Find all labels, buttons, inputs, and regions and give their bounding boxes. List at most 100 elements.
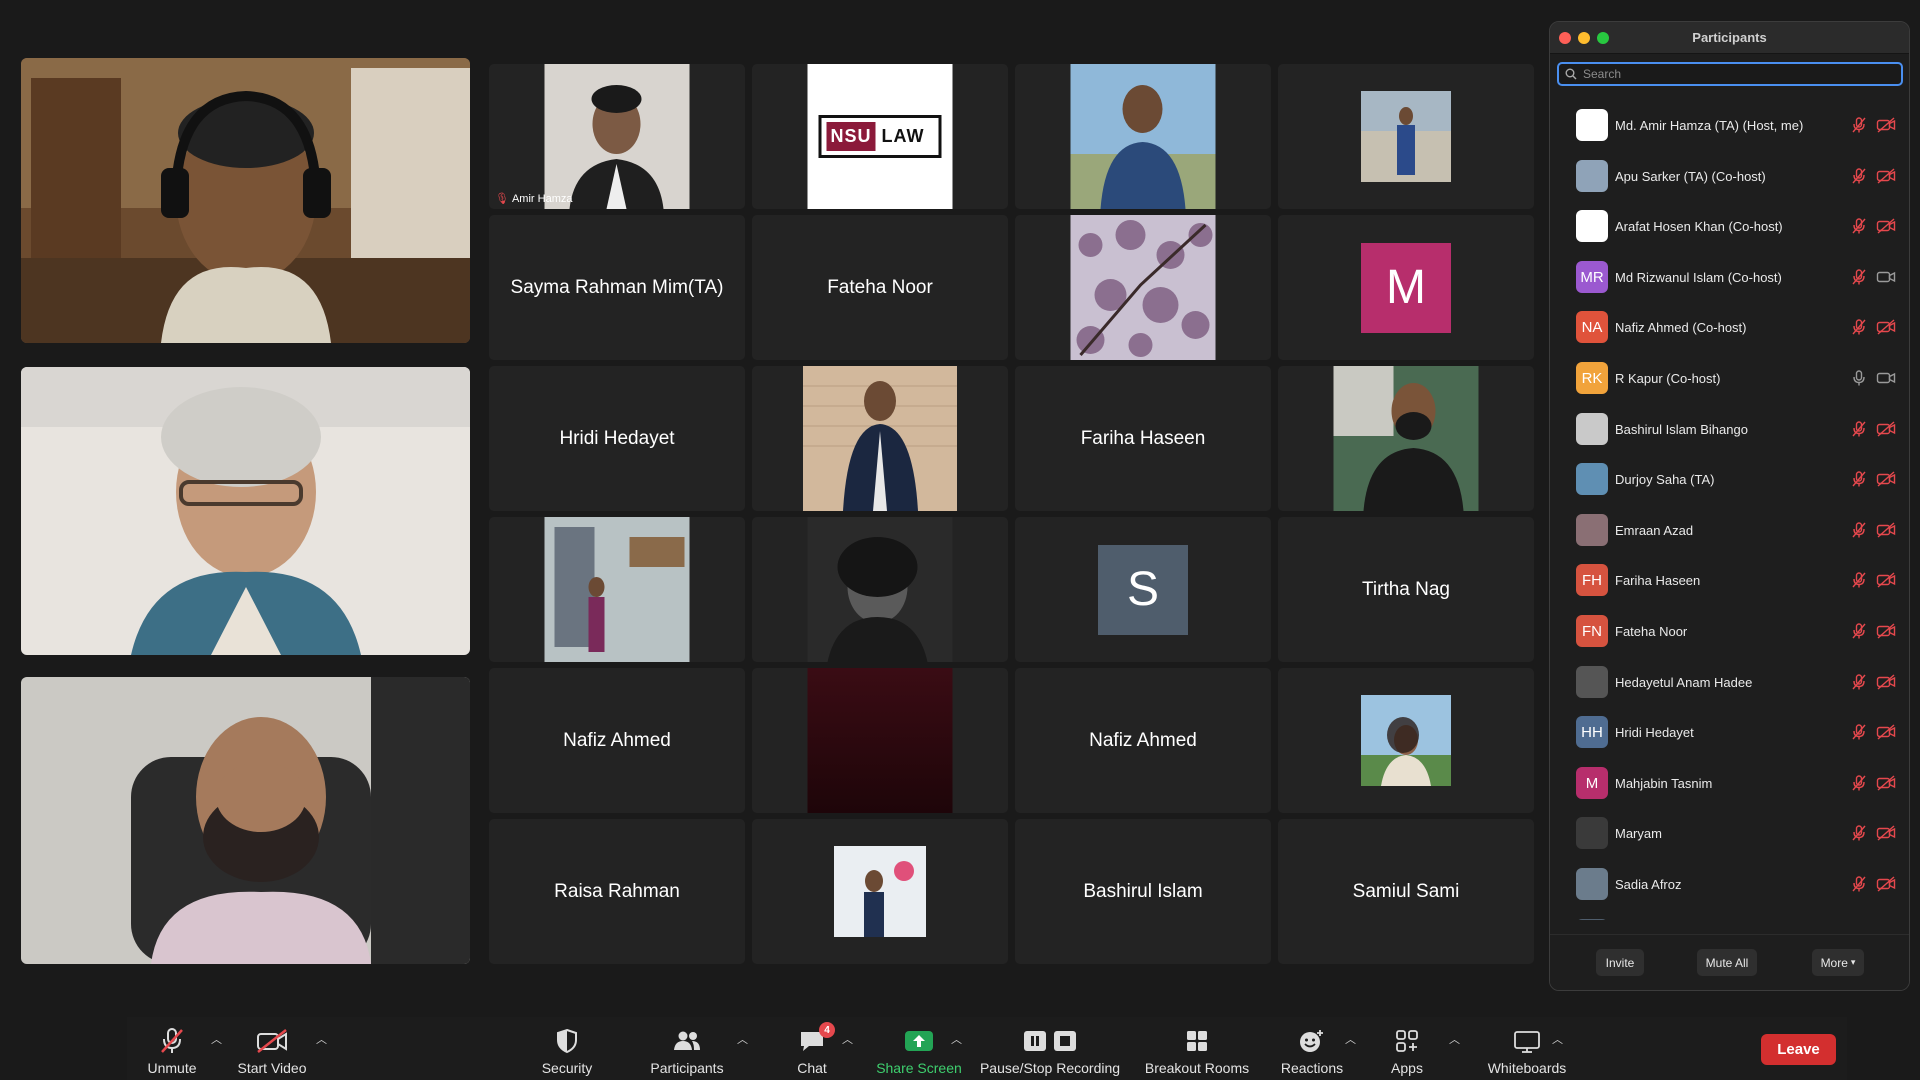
participant-row[interactable]: FH Fariha Haseen: [1550, 555, 1909, 605]
video-off-icon[interactable]: [1876, 420, 1896, 438]
video-tile-bashirul-islam[interactable]: Bashirul Islam: [1015, 819, 1271, 964]
video-tile-hridi-hedayet[interactable]: Hridi Hedayet: [489, 366, 745, 511]
video-off-icon[interactable]: [1876, 622, 1896, 640]
audio-options-caret[interactable]: ︿: [211, 1031, 222, 1047]
close-window-button[interactable]: [1559, 32, 1571, 44]
muted-mic-icon[interactable]: [1850, 824, 1868, 842]
muted-mic-icon[interactable]: [1850, 571, 1868, 589]
video-icon[interactable]: [1876, 268, 1896, 286]
participant-row[interactable]: Md. Amir Hamza (TA) (Host, me): [1550, 100, 1909, 150]
video-tile-photo-5[interactable]: [752, 517, 1008, 662]
video-icon[interactable]: [1876, 369, 1896, 387]
reactions-options-caret[interactable]: ︿: [1345, 1031, 1356, 1047]
search-input[interactable]: [1583, 67, 1883, 81]
muted-mic-icon[interactable]: [1850, 774, 1868, 792]
video-tile-dark-red[interactable]: [752, 668, 1008, 813]
video-tile-photo-1[interactable]: [1015, 64, 1271, 209]
participant-row[interactable]: Sadia Afroz: [1550, 859, 1909, 909]
participant-row[interactable]: MR Md Rizwanul Islam (Co-host): [1550, 252, 1909, 302]
video-tile-fariha-haseen[interactable]: Fariha Haseen: [1015, 366, 1271, 511]
participants-options-caret[interactable]: ︿: [737, 1031, 748, 1047]
video-tile-fateha-noor[interactable]: Fateha Noor: [752, 215, 1008, 360]
unmute-button[interactable]: Unmute: [127, 1017, 217, 1080]
participant-row[interactable]: Emraan Azad: [1550, 505, 1909, 555]
participant-row[interactable]: Maryam: [1550, 808, 1909, 858]
video-off-icon[interactable]: [1876, 824, 1896, 842]
breakout-rooms-button[interactable]: Breakout Rooms: [1137, 1017, 1257, 1080]
video-off-icon[interactable]: [1876, 571, 1896, 589]
video-off-icon[interactable]: [1876, 318, 1896, 336]
video-off-icon[interactable]: [1876, 217, 1896, 235]
participant-row[interactable]: Hedayetul Anam Hadee: [1550, 657, 1909, 707]
video-tile-amir-hamza[interactable]: 🎙 Amir Hamza: [489, 64, 745, 209]
video-off-icon[interactable]: [1876, 673, 1896, 691]
chat-button[interactable]: 4 Chat: [777, 1017, 847, 1080]
video-tile-photo-4[interactable]: [1278, 366, 1534, 511]
muted-mic-icon[interactable]: [1850, 420, 1868, 438]
share-screen-button[interactable]: Share Screen: [864, 1017, 974, 1080]
speaker-video-1[interactable]: [21, 58, 470, 343]
participant-row[interactable]: FN Fateha Noor: [1550, 606, 1909, 656]
start-video-button[interactable]: Start Video: [222, 1017, 322, 1080]
apps-options-caret[interactable]: ︿: [1449, 1031, 1460, 1047]
video-tile-initial-s[interactable]: S: [1015, 517, 1271, 662]
video-tile-cherry-blossom[interactable]: [1015, 215, 1271, 360]
participant-row[interactable]: NA Nafiz Ahmed (Co-host): [1550, 302, 1909, 352]
muted-mic-icon[interactable]: [1850, 217, 1868, 235]
participant-list[interactable]: Md. Amir Hamza (TA) (Host, me) Apu Sarker…: [1550, 100, 1909, 920]
video-off-icon[interactable]: [1876, 774, 1896, 792]
maximize-window-button[interactable]: [1597, 32, 1609, 44]
muted-mic-icon[interactable]: [1850, 673, 1868, 691]
video-tile-photo-7[interactable]: [752, 819, 1008, 964]
muted-mic-icon[interactable]: [1850, 167, 1868, 185]
muted-mic-icon[interactable]: [1850, 521, 1868, 539]
video-tile-moot-court[interactable]: [489, 517, 745, 662]
video-off-icon[interactable]: [1876, 521, 1896, 539]
muted-mic-icon[interactable]: [1850, 116, 1868, 134]
mic-icon[interactable]: [1850, 369, 1868, 387]
security-button[interactable]: Security: [527, 1017, 607, 1080]
video-tile-photo-2[interactable]: [1278, 64, 1534, 209]
chat-options-caret[interactable]: ︿: [842, 1031, 853, 1047]
video-tile-raisa-rahman[interactable]: Raisa Rahman: [489, 819, 745, 964]
video-tile-nafiz-ahmed-1[interactable]: Nafiz Ahmed: [489, 668, 745, 813]
participant-row[interactable]: Durjoy Saha (TA): [1550, 454, 1909, 504]
muted-mic-icon[interactable]: [1850, 470, 1868, 488]
participant-row[interactable]: SSamia Monjur 2325134654: [1550, 910, 1909, 920]
video-tile-initial-m[interactable]: M: [1278, 215, 1534, 360]
participant-row[interactable]: Apu Sarker (TA) (Co-host): [1550, 151, 1909, 201]
video-off-icon[interactable]: [1876, 167, 1896, 185]
invite-button[interactable]: Invite: [1596, 949, 1644, 976]
video-off-icon[interactable]: [1876, 470, 1896, 488]
video-tile-tirtha-nag[interactable]: Tirtha Nag: [1278, 517, 1534, 662]
whiteboards-button[interactable]: Whiteboards: [1467, 1017, 1587, 1080]
video-tile-nsu-law[interactable]: NSU LAW: [752, 64, 1008, 209]
participant-row[interactable]: Bashirul Islam Bihango: [1550, 404, 1909, 454]
video-tile-samiul-sami[interactable]: Samiul Sami: [1278, 819, 1534, 964]
video-tile-photo-6[interactable]: [1278, 668, 1534, 813]
whiteboards-options-caret[interactable]: ︿: [1552, 1031, 1563, 1047]
participant-row[interactable]: M Mahjabin Tasnim: [1550, 758, 1909, 808]
muted-mic-icon[interactable]: [1850, 622, 1868, 640]
mute-all-button[interactable]: Mute All: [1697, 949, 1757, 976]
muted-mic-icon[interactable]: [1850, 875, 1868, 893]
participant-search[interactable]: [1557, 62, 1903, 86]
participant-row[interactable]: Arafat Hosen Khan (Co-host): [1550, 201, 1909, 251]
participant-row[interactable]: RK R Kapur (Co-host): [1550, 353, 1909, 403]
reactions-button[interactable]: Reactions: [1267, 1017, 1357, 1080]
participants-button[interactable]: Participants: [632, 1017, 742, 1080]
video-tile-nafiz-ahmed-2[interactable]: Nafiz Ahmed: [1015, 668, 1271, 813]
video-tile-photo-3[interactable]: [752, 366, 1008, 511]
muted-mic-icon[interactable]: [1850, 318, 1868, 336]
muted-mic-icon[interactable]: [1850, 723, 1868, 741]
more-button[interactable]: More ▾: [1812, 949, 1864, 976]
minimize-window-button[interactable]: [1578, 32, 1590, 44]
video-off-icon[interactable]: [1876, 875, 1896, 893]
video-off-icon[interactable]: [1876, 723, 1896, 741]
pause-stop-recording-button[interactable]: Pause/Stop Recording: [975, 1017, 1125, 1080]
video-tile-sayma-rahman[interactable]: Sayma Rahman Mim(TA): [489, 215, 745, 360]
speaker-video-2[interactable]: [21, 367, 470, 655]
apps-button[interactable]: Apps: [1372, 1017, 1442, 1080]
muted-mic-icon[interactable]: [1850, 268, 1868, 286]
speaker-video-3[interactable]: [21, 677, 470, 964]
